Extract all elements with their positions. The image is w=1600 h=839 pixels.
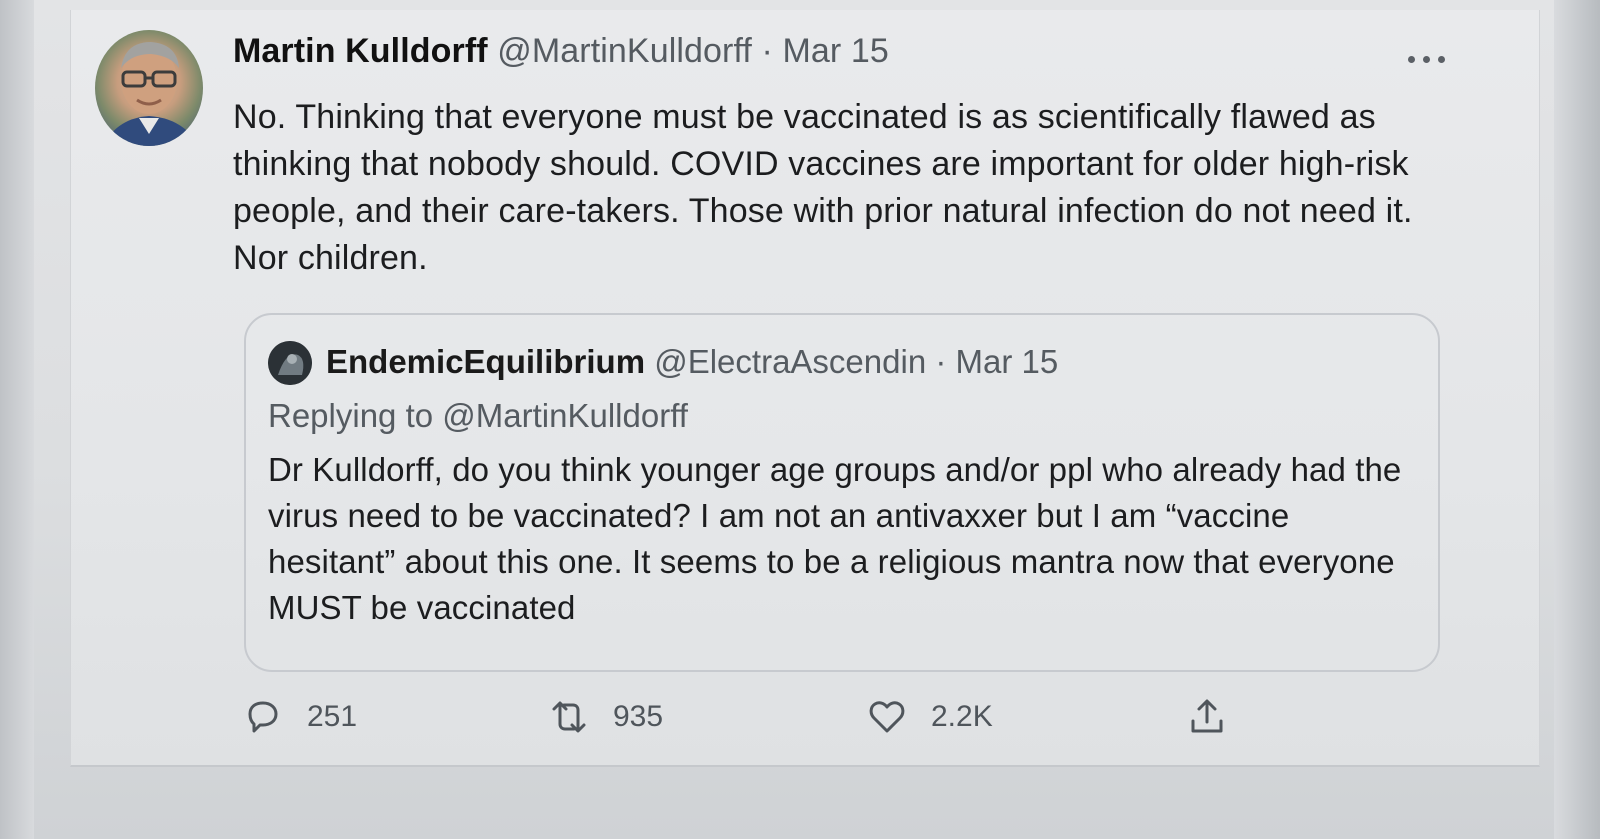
- replying-to-mention[interactable]: @MartinKulldorff: [442, 397, 688, 434]
- tweet-action-bar: 251 935 2.2K: [243, 692, 1443, 748]
- quoted-tweet-header: EndemicEquilibrium @ElectraAscendin · Ma…: [326, 343, 1058, 381]
- author-name[interactable]: Martin Kulldorff: [233, 32, 488, 70]
- author-handle[interactable]: @MartinKulldorff: [497, 32, 752, 70]
- quoted-avatar-image: [268, 341, 312, 385]
- reply-count: 251: [307, 700, 358, 733]
- tweet-date[interactable]: Mar 15: [782, 32, 888, 70]
- author-avatar-image: [103, 42, 199, 146]
- screen-edge-right: [1554, 0, 1600, 839]
- screen-edge-left: [0, 0, 34, 839]
- heart-icon: [869, 701, 905, 733]
- retweet-count: 935: [613, 700, 664, 733]
- like-count: 2.2K: [931, 700, 993, 733]
- more-horizontal-icon[interactable]: [1408, 48, 1452, 68]
- quoted-tweet-card[interactable]: EndemicEquilibrium @ElectraAscendin · Ma…: [244, 313, 1440, 672]
- author-avatar[interactable]: [95, 30, 203, 146]
- quoted-author-avatar[interactable]: [268, 341, 312, 385]
- replying-prefix: Replying to: [268, 397, 434, 434]
- reply-icon: [248, 701, 278, 733]
- retweet-icon: [552, 701, 586, 733]
- quoted-header-separator: ·: [935, 343, 947, 380]
- quoted-tweet-text: Dr Kulldorff, do you think younger age g…: [268, 451, 1402, 626]
- replying-to-line: Replying to @MartinKulldorff: [268, 397, 688, 435]
- share-button[interactable]: [1187, 692, 1251, 742]
- quoted-author-handle[interactable]: @ElectraAscendin: [654, 343, 926, 380]
- like-button[interactable]: 2.2K: [867, 692, 993, 742]
- tweet-card[interactable]: Martin Kulldorff @MartinKulldorff · Mar …: [70, 10, 1540, 767]
- retweet-button[interactable]: 935: [549, 692, 663, 742]
- tweet-text: No. Thinking that everyone must be vacci…: [233, 98, 1413, 277]
- quoted-tweet-date[interactable]: Mar 15: [956, 343, 1059, 380]
- reply-button[interactable]: 251: [243, 692, 357, 742]
- header-separator: ·: [761, 32, 773, 70]
- share-icon: [1191, 699, 1223, 733]
- quoted-author-name[interactable]: EndemicEquilibrium: [326, 343, 645, 380]
- tweet-header: Martin Kulldorff @MartinKulldorff · Mar …: [233, 32, 889, 71]
